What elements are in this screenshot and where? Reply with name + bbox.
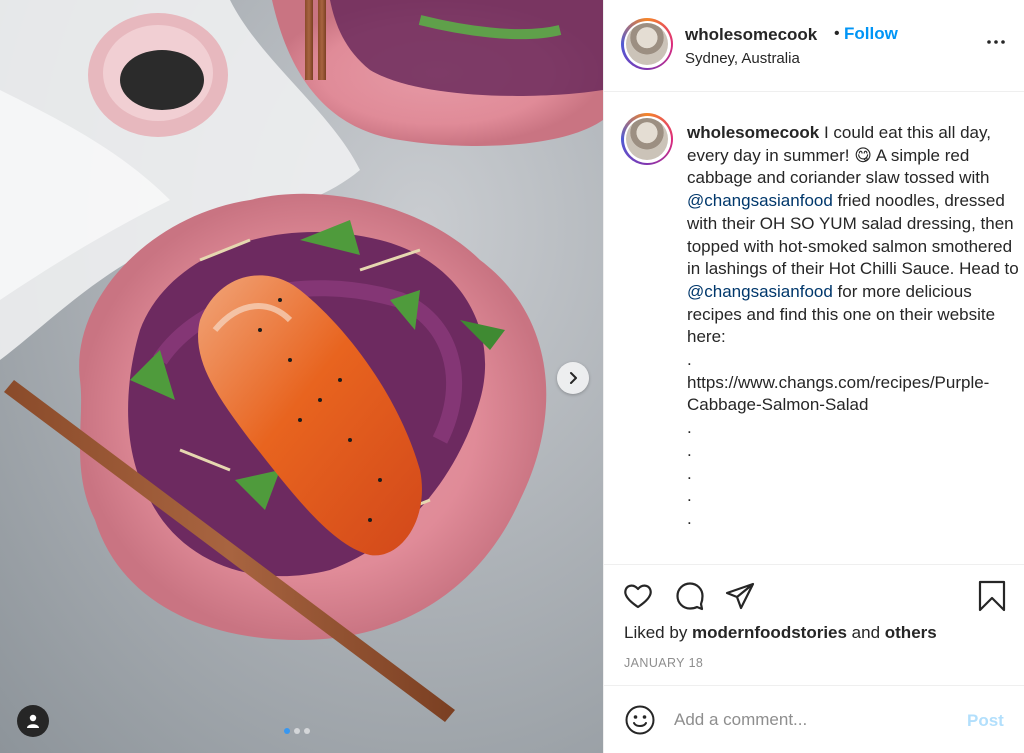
heart-icon[interactable] (622, 580, 654, 612)
header-separator: • (834, 25, 840, 42)
food-photo-illustration (0, 0, 603, 722)
carousel-dot (304, 728, 310, 734)
post-sidebar: wholesomecook • Follow Sydney, Australia… (603, 0, 1024, 753)
more-options-icon[interactable] (984, 30, 1008, 54)
comment-bubble-icon[interactable] (674, 580, 706, 612)
caption-author-avatar-image (626, 118, 668, 160)
user-tag-icon (27, 714, 39, 728)
caption-mention[interactable]: @changsasianfood (687, 191, 833, 210)
post-comment-button[interactable]: Post (967, 711, 1004, 731)
carousel-dot (294, 728, 300, 734)
caption-text: for more delicious recipes and find this… (687, 281, 996, 528)
post-location[interactable]: Sydney, Australia (685, 50, 800, 67)
comment-composer: Post (604, 685, 1024, 753)
follow-button[interactable]: Follow (844, 24, 898, 44)
smiley-icon[interactable] (624, 704, 656, 736)
action-bar (604, 566, 1024, 616)
caption-username[interactable]: wholesomecook (687, 123, 819, 142)
comment-input[interactable] (674, 704, 944, 736)
author-avatar[interactable] (621, 18, 673, 70)
likes-prefix: Liked by (624, 623, 693, 642)
caption-section: wholesomecook I could eat this all day, … (604, 93, 1024, 565)
likes-middle: and (846, 623, 885, 642)
post-header: wholesomecook • Follow Sydney, Australia (604, 0, 1024, 92)
liked-by-user[interactable]: modernfoodstories (692, 623, 847, 642)
author-avatar-image (626, 23, 668, 65)
caption-mention[interactable]: @changsasianfood (687, 282, 833, 301)
bookmark-icon[interactable] (976, 580, 1008, 612)
paper-plane-icon[interactable] (724, 580, 756, 612)
post-photo[interactable] (0, 0, 603, 753)
post-caption: wholesomecook I could eat this all day, … (687, 122, 1019, 531)
carousel-next-button[interactable] (557, 362, 589, 394)
carousel-dot-active (284, 728, 290, 734)
author-username[interactable]: wholesomecook (685, 25, 817, 45)
chevron-right-icon (570, 372, 577, 384)
post-date[interactable]: JANUARY 18 (624, 656, 703, 670)
caption-author-avatar[interactable] (621, 113, 673, 165)
liked-by-others[interactable]: others (885, 623, 937, 642)
user-tags-button[interactable] (17, 705, 49, 737)
carousel-indicator (284, 728, 310, 734)
likes-summary: Liked by modernfoodstories and others (624, 623, 937, 643)
